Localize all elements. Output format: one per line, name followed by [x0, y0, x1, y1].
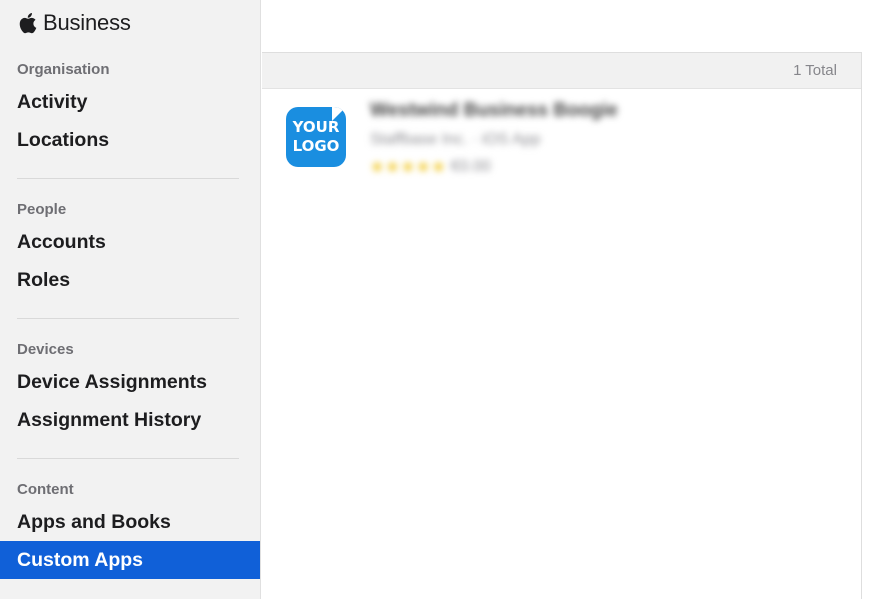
app-name: Westwind Business Boogie: [370, 100, 618, 121]
sidebar: Business Organisation Activity Locations…: [0, 0, 261, 599]
main-content: 1 Total YOUR LOGO Westwind Business Boog…: [262, 0, 877, 599]
star-rating-icon: ★★★★★: [370, 159, 447, 176]
section-title-content: Content: [17, 481, 74, 498]
sidebar-item-roles[interactable]: Roles: [0, 261, 260, 299]
brand: Business: [17, 8, 131, 38]
list-header: 1 Total: [262, 53, 861, 89]
sidebar-divider: [17, 318, 239, 319]
app-developer: Staffbase Inc. · iOS App: [370, 131, 541, 148]
section-title-people: People: [17, 201, 67, 218]
app-list-item[interactable]: YOUR LOGO Westwind Business Boogie Staff…: [262, 91, 861, 191]
app-logo-icon: YOUR LOGO: [286, 107, 346, 167]
sidebar-item-activity[interactable]: Activity: [0, 83, 260, 121]
brand-title: Business: [43, 10, 131, 35]
custom-apps-panel: 1 Total YOUR LOGO Westwind Business Boog…: [262, 52, 862, 599]
sidebar-item-assignment-history[interactable]: Assignment History: [0, 401, 260, 439]
app-price: €0.00: [450, 158, 491, 175]
app-rating: ★★★★★ €0.00: [370, 157, 491, 177]
section-title-devices: Devices: [17, 341, 74, 358]
sidebar-divider: [17, 458, 239, 459]
sidebar-divider: [17, 178, 239, 179]
sidebar-item-apps-and-books[interactable]: Apps and Books: [0, 503, 260, 541]
apple-logo-icon: [19, 13, 37, 34]
section-title-organisation: Organisation: [17, 61, 110, 78]
sidebar-item-device-assignments[interactable]: Device Assignments: [0, 363, 260, 401]
app-logo-text: YOUR LOGO: [292, 118, 340, 155]
total-count: 1 Total: [793, 62, 837, 79]
sidebar-item-custom-apps[interactable]: Custom Apps: [0, 541, 260, 579]
sidebar-item-accounts[interactable]: Accounts: [0, 223, 260, 261]
sidebar-item-locations[interactable]: Locations: [0, 121, 260, 159]
